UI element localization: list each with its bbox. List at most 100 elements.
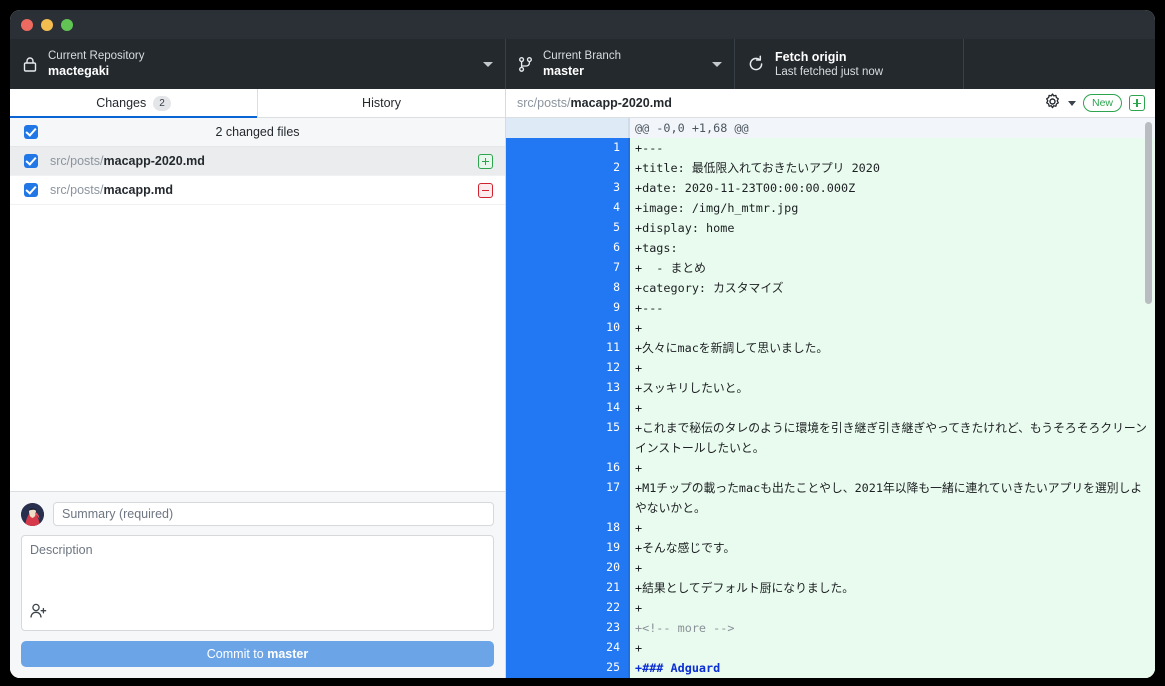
diff-gutter-new[interactable]: 7 (567, 258, 630, 278)
diff-line[interactable]: 2 +title: 最低限入れておきたいアプリ 2020 (506, 158, 1155, 178)
gear-icon[interactable] (1044, 93, 1061, 113)
diff-gutter-old[interactable] (506, 358, 567, 378)
diff-gutter-new[interactable]: 25 (567, 658, 630, 678)
diff-line[interactable]: 12 + (506, 358, 1155, 378)
diff-gutter-old[interactable] (506, 658, 567, 678)
diff-line[interactable]: 4 +image: /img/h_mtmr.jpg (506, 198, 1155, 218)
diff-line[interactable]: 1 +--- (506, 138, 1155, 158)
diff-line[interactable]: 22 + (506, 598, 1155, 618)
diff-gutter-new[interactable]: 11 (567, 338, 630, 358)
diff-gutter-old[interactable] (506, 538, 567, 558)
close-window-button[interactable] (21, 18, 33, 31)
diff-gutter-new[interactable]: 19 (567, 538, 630, 558)
diff-line[interactable]: 3 +date: 2020-11-23T00:00:00.000Z (506, 178, 1155, 198)
tab-changes-label: Changes (96, 96, 147, 110)
tab-changes[interactable]: Changes 2 (10, 89, 257, 118)
select-all-checkbox[interactable] (24, 125, 38, 139)
diff-gutter-old[interactable] (506, 558, 567, 578)
file-checkbox[interactable] (24, 183, 38, 197)
diff-line[interactable]: 6 +tags: (506, 238, 1155, 258)
diff-line[interactable]: 15 +これまで秘伝のタレのように環境を引き継ぎ引き継ぎやってきたけれど、もうそろ… (506, 418, 1155, 458)
diff-gutter-old[interactable] (506, 618, 567, 638)
tab-history[interactable]: History (257, 89, 505, 117)
diff-line[interactable]: 18 + (506, 518, 1155, 538)
diff-gutter-new[interactable]: 21 (567, 578, 630, 598)
diff-gutter-old[interactable] (506, 238, 567, 258)
diff-gutter-new[interactable]: 17 (567, 478, 630, 518)
diff-line[interactable]: 20 + (506, 558, 1155, 578)
diff-line[interactable]: 24 + (506, 638, 1155, 658)
diff-gutter-new[interactable]: 3 (567, 178, 630, 198)
diff-gutter-new[interactable]: 6 (567, 238, 630, 258)
minimize-window-button[interactable] (41, 18, 53, 31)
file-path: src/posts/macapp.md (50, 183, 173, 197)
diff-gutter-old[interactable] (506, 138, 567, 158)
diff-gutter-old[interactable] (506, 578, 567, 598)
diff-gutter-old[interactable] (506, 198, 567, 218)
diff-line[interactable]: 23 +<!-- more --> (506, 618, 1155, 638)
diff-scrollbar[interactable] (1145, 122, 1152, 304)
file-checkbox[interactable] (24, 154, 38, 168)
diff-gutter-old[interactable] (506, 318, 567, 338)
diff-line[interactable]: 11 +久々にmacを新調して思いました。 (506, 338, 1155, 358)
table-row[interactable]: src/posts/macapp.md (10, 176, 505, 205)
diff-gutter-new[interactable]: 14 (567, 398, 630, 418)
diff-line[interactable]: 9 +--- (506, 298, 1155, 318)
diff-line[interactable]: 14 + (506, 398, 1155, 418)
commit-button[interactable]: Commit to master (21, 641, 494, 667)
table-row[interactable]: src/posts/macapp-2020.md (10, 147, 505, 176)
diff-gutter-old[interactable] (506, 338, 567, 358)
diff-gutter-old[interactable] (506, 178, 567, 198)
diff-gutter-new[interactable]: 4 (567, 198, 630, 218)
diff-gutter-old[interactable] (506, 598, 567, 618)
diff-gutter-old[interactable] (506, 478, 567, 518)
current-repository-label: Current Repository (48, 49, 145, 62)
diff-gutter-new[interactable]: 22 (567, 598, 630, 618)
diff-line[interactable]: 7 + - まとめ (506, 258, 1155, 278)
diff-gutter-old[interactable] (506, 158, 567, 178)
plus-square-icon[interactable] (1129, 95, 1145, 111)
diff-line[interactable]: 17 +M1チップの載ったmacも出たことやし、2021年以降も一緒に連れていきた… (506, 478, 1155, 518)
diff-gutter-old[interactable] (506, 518, 567, 538)
maximize-window-button[interactable] (61, 18, 73, 31)
diff-gutter-old[interactable] (506, 378, 567, 398)
diff-gutter-old[interactable] (506, 278, 567, 298)
diff-gutter-new[interactable]: 18 (567, 518, 630, 538)
current-repository-button[interactable]: Current Repository mactegaki (10, 39, 506, 89)
commit-summary-row (21, 502, 494, 526)
diff-line[interactable]: 10 + (506, 318, 1155, 338)
diff-line[interactable]: 21 +結果としてデフォルト厨になりました。 (506, 578, 1155, 598)
diff-gutter-new[interactable]: 23 (567, 618, 630, 638)
diff-gutter-old[interactable] (506, 218, 567, 238)
commit-summary-input[interactable] (53, 502, 494, 526)
diff-gutter-new[interactable]: 24 (567, 638, 630, 658)
commit-description-input[interactable] (22, 536, 493, 608)
diff-line[interactable]: 16 + (506, 458, 1155, 478)
diff-gutter-new[interactable]: 2 (567, 158, 630, 178)
diff-gutter-new[interactable]: 8 (567, 278, 630, 298)
diff-line[interactable]: 25 +### Adguard (506, 658, 1155, 678)
diff-line[interactable]: 19 +そんな感じです。 (506, 538, 1155, 558)
diff-gutter-old[interactable] (506, 418, 567, 458)
diff-gutter-new[interactable]: 10 (567, 318, 630, 338)
diff-gutter-new[interactable]: 20 (567, 558, 630, 578)
diff-gutter-old[interactable] (506, 458, 567, 478)
chevron-down-icon[interactable] (1067, 100, 1076, 106)
diff-gutter-old[interactable] (506, 638, 567, 658)
diff-gutter-old[interactable] (506, 258, 567, 278)
diff-gutter-new[interactable]: 13 (567, 378, 630, 398)
diff-gutter-old[interactable] (506, 398, 567, 418)
diff-gutter-new[interactable]: 15 (567, 418, 630, 458)
diff-gutter-new[interactable]: 5 (567, 218, 630, 238)
fetch-origin-button[interactable]: Fetch origin Last fetched just now (735, 39, 964, 89)
diff-gutter-new[interactable]: 16 (567, 458, 630, 478)
diff-line[interactable]: 8 +category: カスタマイズ (506, 278, 1155, 298)
diff-line[interactable]: 5 +display: home (506, 218, 1155, 238)
diff-gutter-new[interactable]: 12 (567, 358, 630, 378)
diff-gutter-old[interactable] (506, 298, 567, 318)
add-person-icon[interactable] (30, 603, 48, 624)
diff-gutter-new[interactable]: 9 (567, 298, 630, 318)
diff-line[interactable]: 13 +スッキリしたいと。 (506, 378, 1155, 398)
current-branch-button[interactable]: Current Branch master (506, 39, 735, 89)
diff-gutter-new[interactable]: 1 (567, 138, 630, 158)
